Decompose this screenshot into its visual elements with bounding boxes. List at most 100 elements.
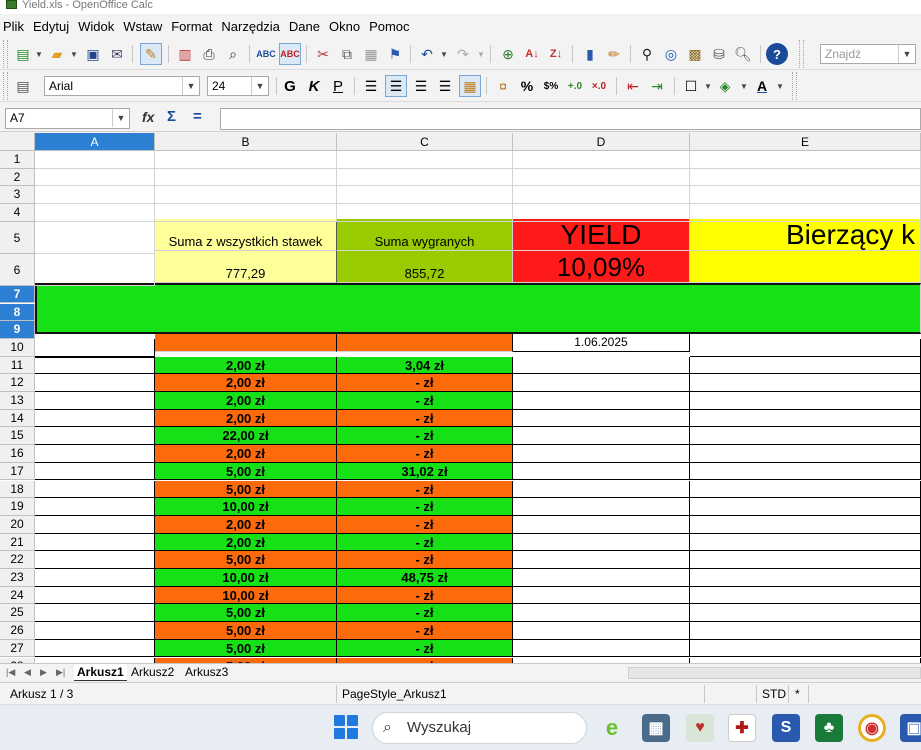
row-header-9[interactable]: 9 <box>0 321 35 339</box>
bet-row-e-cell[interactable] <box>690 498 921 516</box>
empty-cell[interactable] <box>690 186 921 205</box>
win-cell[interactable]: - zł <box>337 427 513 446</box>
empty-cell[interactable] <box>690 338 921 357</box>
row-header-1[interactable]: 1 <box>0 151 35 169</box>
menu-format[interactable]: Format <box>171 19 212 34</box>
navigator-icon[interactable]: ◎ <box>660 43 682 65</box>
undo-dropdown-arrow-icon[interactable]: ▼ <box>440 50 448 59</box>
empty-cell[interactable] <box>513 204 690 222</box>
puzzle-game-icon[interactable]: ✚ <box>728 714 756 742</box>
column-header-e[interactable]: E <box>690 133 921 151</box>
column-header-d[interactable]: D <box>513 133 690 151</box>
bet-row-d-cell[interactable] <box>513 551 690 569</box>
first-sheet-icon[interactable]: |◀ <box>6 667 15 678</box>
bet-row-e-cell[interactable] <box>690 374 921 392</box>
bet-row-a-cell[interactable] <box>35 515 155 534</box>
menu-pomoc[interactable]: Pomoc <box>369 19 409 34</box>
sheet-tab-arkusz1[interactable]: Arkusz1 <box>74 664 127 681</box>
bet-row-d-cell[interactable] <box>513 622 690 640</box>
styles-formatting-icon[interactable]: ▤ <box>12 75 34 97</box>
row-header-26[interactable]: 26 <box>0 622 35 640</box>
empty-cell[interactable] <box>337 151 513 169</box>
bet-row-e-cell[interactable] <box>690 569 921 587</box>
win-cell[interactable]: 31,02 zł <box>337 462 513 481</box>
bet-row-e-cell[interactable] <box>690 551 921 569</box>
bold-button[interactable]: G <box>279 75 301 97</box>
clone-formatting-icon[interactable]: ⚑ <box>384 43 406 65</box>
sheet-tab-arkusz3[interactable]: Arkusz3 <box>182 664 231 681</box>
find-dropdown-arrow-icon[interactable]: ▼ <box>898 45 915 63</box>
row-header-14[interactable]: 14 <box>0 409 35 428</box>
redo-icon[interactable]: ↷ <box>452 43 474 65</box>
row-header-12[interactable]: 12 <box>0 374 35 392</box>
row-header-7[interactable]: 7 <box>0 285 35 304</box>
selected-green-band[interactable] <box>35 283 921 334</box>
empty-cell[interactable] <box>513 151 690 169</box>
yield-value[interactable]: 10,09% <box>513 251 690 283</box>
row-header-10[interactable]: 10 <box>0 338 35 357</box>
stake-cell[interactable]: 10,00 zł <box>155 586 337 605</box>
merge-cells-icon[interactable]: ▦ <box>459 75 481 97</box>
menu-edytuj[interactable]: Edytuj <box>33 19 69 34</box>
wins-sum-value[interactable]: 855,72 <box>337 251 513 283</box>
empty-cell[interactable] <box>690 151 921 169</box>
row-header-18[interactable]: 18 <box>0 480 35 499</box>
empty-cell[interactable] <box>35 338 155 357</box>
align-left-icon[interactable]: ☰ <box>360 75 382 97</box>
empty-cell[interactable] <box>155 186 337 205</box>
empty-cell[interactable] <box>337 186 513 205</box>
stake-cell[interactable]: 5,00 zł <box>155 462 337 481</box>
bet-row-e-cell[interactable] <box>690 622 921 640</box>
row-header-16[interactable]: 16 <box>0 445 35 463</box>
sum-button[interactable]: Σ <box>167 108 176 125</box>
bet-row-a-cell[interactable] <box>35 533 155 552</box>
empty-cell[interactable] <box>513 186 690 205</box>
find-replace-binoculars-icon[interactable]: ⚲ <box>636 43 658 65</box>
empty-cell[interactable] <box>35 186 155 205</box>
bet-row-d-cell[interactable] <box>513 445 690 463</box>
bet-row-d-cell[interactable] <box>513 533 690 552</box>
formula-input[interactable] <box>220 108 921 130</box>
stake-cell[interactable]: 2,00 zł <box>155 533 337 552</box>
empty-cell[interactable] <box>155 168 337 187</box>
spellcheck-icon[interactable]: ABC <box>255 43 277 65</box>
export-pdf-icon[interactable]: ▥ <box>174 43 196 65</box>
win-cell[interactable]: - zł <box>337 480 513 499</box>
bet-row-e-cell[interactable] <box>690 392 921 410</box>
row-header-23[interactable]: 23 <box>0 569 35 587</box>
stake-cell[interactable]: 22,00 zł <box>155 427 337 446</box>
stake-cell[interactable]: 5,00 zł <box>155 480 337 499</box>
open-folder-icon[interactable]: ▰ <box>46 43 68 65</box>
row-header-24[interactable]: 24 <box>0 586 35 605</box>
font-name-dropdown-arrow-icon[interactable]: ▼ <box>182 77 199 95</box>
bet-row-d-cell[interactable] <box>513 515 690 534</box>
bet-row-d-cell[interactable] <box>513 409 690 428</box>
background-color-icon[interactable]: ◈ <box>714 75 736 97</box>
bet-row-d-cell[interactable] <box>513 356 690 375</box>
empty-cell[interactable] <box>513 168 690 187</box>
bet-row-d-cell[interactable] <box>513 639 690 658</box>
win-cell[interactable]: - zł <box>337 639 513 658</box>
menu-widok[interactable]: Widok <box>78 19 114 34</box>
stake-cell[interactable]: 5,00 zł <box>155 639 337 658</box>
justify-icon[interactable]: ☰ <box>434 75 456 97</box>
sort-ascending-icon[interactable]: A↓ <box>521 43 543 65</box>
bet-row-e-cell[interactable] <box>690 480 921 499</box>
row-header-13[interactable]: 13 <box>0 392 35 410</box>
bet-row-d-cell[interactable] <box>513 392 690 410</box>
align-right-icon[interactable]: ☰ <box>410 75 432 97</box>
help-icon[interactable]: ? <box>766 43 788 65</box>
row-header-20[interactable]: 20 <box>0 515 35 534</box>
last-sheet-icon[interactable]: ▶| <box>56 667 65 678</box>
undo-icon[interactable]: ↶ <box>416 43 438 65</box>
row10-win-cell[interactable] <box>337 334 513 352</box>
menu-wstaw[interactable]: Wstaw <box>123 19 162 34</box>
empty-cell[interactable] <box>690 168 921 187</box>
stake-cell[interactable]: 2,00 zł <box>155 445 337 463</box>
stake-cell[interactable]: 2,00 zł <box>155 392 337 410</box>
stake-cell[interactable]: 5,00 zł <box>155 604 337 623</box>
stakes-sum-value[interactable]: 777,29 <box>155 251 337 283</box>
empty-cell[interactable] <box>35 168 155 187</box>
win-cell[interactable]: - zł <box>337 374 513 392</box>
yield-label[interactable]: YIELD <box>513 219 690 251</box>
